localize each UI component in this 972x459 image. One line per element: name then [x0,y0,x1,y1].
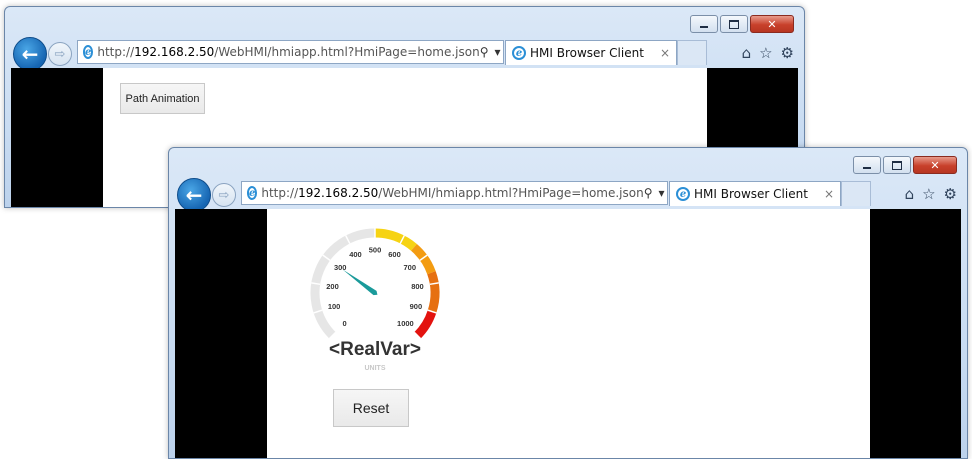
browser-tab[interactable]: e HMI Browser Client × [669,181,841,206]
minimize-icon [700,26,708,28]
black-panel-left [175,209,267,458]
address-tools: ⚲ ▾ ↻ [480,45,503,59]
new-tab-button[interactable] [841,181,871,206]
ie-page-icon: e [83,45,94,59]
gauge-tick-label: 400 [349,250,362,259]
forward-button[interactable]: ⇨ [212,183,236,207]
gauge-tick-label: 200 [326,282,339,291]
gauge-tick-label: 800 [411,282,424,291]
black-panel-right [870,209,961,458]
tab-title: HMI Browser Client [694,187,808,201]
back-arrow-icon: ← [21,42,39,66]
favorites-star-icon[interactable]: ☆ [759,44,772,62]
gauge-tick-label: 100 [328,302,341,311]
gauge-units-label: UNITS [364,365,386,372]
gauge-tick-label: 500 [369,246,382,255]
reset-button[interactable]: Reset [333,389,409,427]
ie-tab-icon: e [676,187,690,201]
url-path: /WebHMI/hmiapp.html?HmiPage=home.json [214,45,480,59]
back-button[interactable]: ← [177,178,211,212]
path-animation-button[interactable]: Path Animation [120,83,205,114]
back-arrow-icon: ← [185,183,203,207]
window-caption-buttons: ✕ [690,15,794,33]
browser-tab[interactable]: e HMI Browser Client × [505,40,677,65]
gauge-variable-label: <RealVar> [329,339,421,360]
minimize-button[interactable] [690,15,718,33]
toolbar-icons: ⌂ ☆ ⚙ [905,185,957,203]
settings-gear-icon[interactable]: ⚙ [781,44,794,62]
maximize-icon [729,19,739,29]
close-tab-icon[interactable]: × [660,46,670,60]
window-caption-buttons: ✕ [853,156,957,174]
toolbar-icons: ⌂ ☆ ⚙ [742,44,794,62]
gauge-orange-zone [410,243,436,275]
gauge-tick-label: 700 [404,263,417,272]
url-path: /WebHMI/hmiapp.html?HmiPage=home.json [378,186,644,200]
minimize-icon [863,167,871,169]
maximize-button[interactable] [720,15,748,33]
address-tools: ⚲ ▾ ↻ [644,186,667,200]
gauge-red-zone [414,309,437,339]
back-button[interactable]: ← [13,37,47,71]
close-icon: ✕ [930,158,940,172]
gauge-dark-orange-zone [427,271,440,313]
forward-arrow-icon: ⇨ [218,187,230,203]
navigation-bar: ← ⇨ e http://192.168.2.50/WebHMI/hmiapp.… [5,36,804,71]
maximize-button[interactable] [883,156,911,174]
gauge-tick-label: 900 [410,302,423,311]
speedometer-gauge: 01002003004005006007008009001000 [310,228,440,340]
settings-gear-icon[interactable]: ⚙ [944,185,957,203]
navigation-bar: ← ⇨ e http://192.168.2.50/WebHMI/hmiapp.… [169,177,967,212]
ie-page-icon: e [247,186,258,200]
minimize-button[interactable] [853,156,881,174]
close-tab-icon[interactable]: × [824,187,834,201]
url-prefix: http:// [97,45,135,59]
search-icon[interactable]: ⚲ [480,45,489,59]
favorites-star-icon[interactable]: ☆ [922,185,935,203]
home-icon[interactable]: ⌂ [742,44,752,62]
new-tab-button[interactable] [677,40,707,65]
dropdown-icon[interactable]: ▾ [495,45,501,59]
url-prefix: http:// [261,186,299,200]
forward-button[interactable]: ⇨ [48,42,72,66]
page-content: 0 100 200 300 400 500 600 700 800 900 1000 <RealVa… [175,209,961,458]
forward-arrow-icon: ⇨ [54,46,66,62]
browser-window-front: ✕ ← ⇨ e http://192.168.2.50/WebHMI/hmiap… [168,147,968,459]
gauge-tick-label: 0 [343,319,347,328]
search-icon[interactable]: ⚲ [644,186,653,200]
gauge-needle [342,269,378,296]
address-bar[interactable]: e http://192.168.2.50/WebHMI/hmiapp.html… [77,40,504,64]
url-host: 192.168.2.50 [298,186,379,200]
maximize-icon [892,160,902,170]
close-icon: ✕ [767,17,777,31]
close-button[interactable]: ✕ [750,15,794,33]
gauge-tick-label: 600 [388,250,401,259]
black-panel-left [11,68,103,207]
address-bar[interactable]: e http://192.168.2.50/WebHMI/hmiapp.html… [241,181,668,205]
home-icon[interactable]: ⌂ [905,185,915,203]
tab-title: HMI Browser Client [530,46,644,60]
gauge-tick-label: 1000 [397,319,414,328]
ie-tab-icon: e [512,46,526,60]
dropdown-icon[interactable]: ▾ [659,186,665,200]
url-host: 192.168.2.50 [134,45,215,59]
close-button[interactable]: ✕ [913,156,957,174]
